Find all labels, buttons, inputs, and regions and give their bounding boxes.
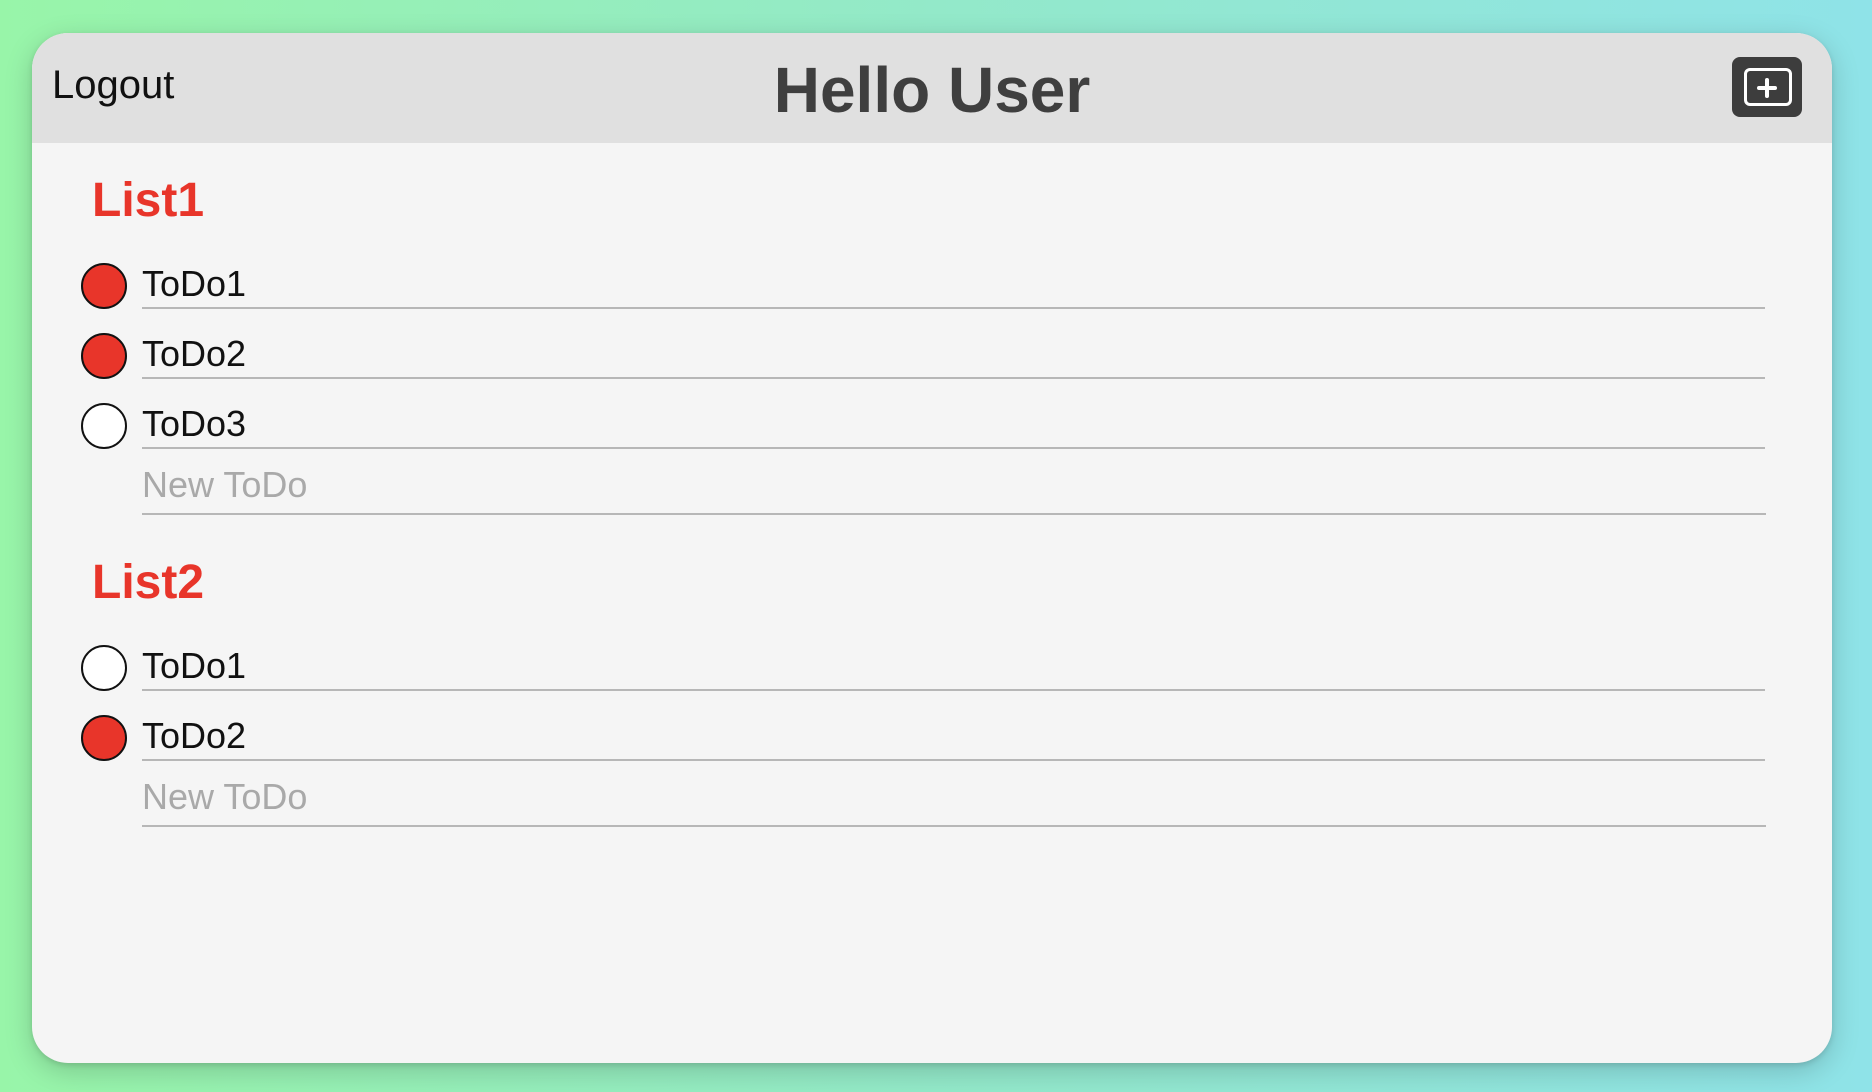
todo-label[interactable]: ToDo1 [142,263,246,305]
todo-item: ToDo1 [32,633,1832,703]
todo-checkbox[interactable] [81,403,127,449]
todo-divider [142,759,1765,761]
list-title: List1 [92,174,205,227]
page-title: Hello User [773,54,1091,126]
add-list-button[interactable] [1732,57,1802,117]
todo-item: ToDo1 [32,251,1832,321]
new-todo-input[interactable] [142,769,1766,827]
todo-label[interactable]: ToDo1 [142,645,246,687]
list-title: List2 [92,556,205,609]
todo-app-window: Logout Hello User List1 ToDo1 ToDo2 ToDo… [32,33,1832,1063]
todo-divider [142,307,1765,309]
todo-divider [142,377,1765,379]
todo-label[interactable]: ToDo2 [142,333,246,375]
todo-label[interactable]: ToDo2 [142,715,246,757]
todo-checkbox[interactable] [81,263,127,309]
todo-checkbox[interactable] [81,715,127,761]
todo-item: ToDo3 [32,391,1832,461]
todo-label[interactable]: ToDo3 [142,403,246,445]
todo-item: ToDo2 [32,321,1832,391]
new-todo-input[interactable] [142,457,1766,515]
header-bar: Logout Hello User [32,33,1832,143]
todo-item: ToDo2 [32,703,1832,773]
todo-divider [142,689,1765,691]
todo-divider [142,447,1765,449]
todo-checkbox[interactable] [81,645,127,691]
todo-checkbox[interactable] [81,333,127,379]
